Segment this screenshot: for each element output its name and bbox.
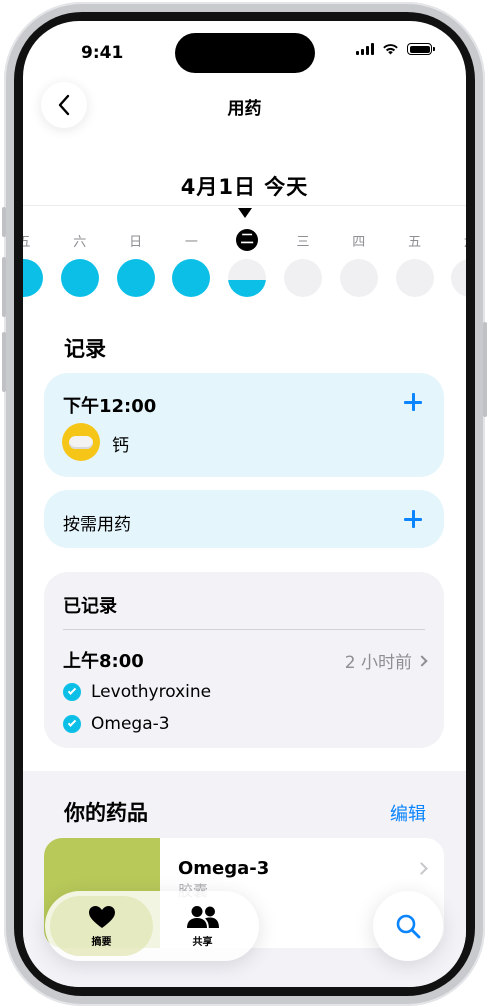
weekday-label[interactable]: 六	[60, 231, 100, 250]
logged-item-name: Omega-3	[91, 714, 170, 734]
edit-button[interactable]: 编辑	[390, 800, 426, 826]
medication-name: 钙	[112, 436, 129, 456]
adherence-circle[interactable]	[451, 259, 466, 297]
logged-item-name: Levothyroxine	[91, 682, 212, 702]
status-icons	[356, 43, 435, 55]
side-button	[483, 322, 487, 417]
search-icon	[396, 914, 421, 939]
action-button	[2, 207, 6, 237]
weekday-label[interactable]: 三	[283, 231, 323, 250]
logged-item: Levothyroxine	[63, 682, 211, 702]
search-button[interactable]	[373, 891, 443, 961]
as-needed-label: 按需用药	[63, 515, 131, 535]
scheduled-dose-card[interactable]: 下午12:00 钙	[44, 373, 444, 477]
chevron-right-icon	[415, 862, 428, 875]
weekday-label[interactable]: 五	[395, 231, 435, 250]
today-indicator-icon	[238, 208, 252, 218]
page-title: 用药	[227, 99, 262, 119]
weekday-label[interactable]: 五	[23, 231, 44, 250]
pill-icon	[62, 423, 100, 461]
tab-sharing[interactable]: 共享	[151, 896, 254, 956]
weekday-label[interactable]: 日	[116, 231, 156, 250]
adherence-circle[interactable]	[339, 259, 378, 297]
battery-icon	[407, 43, 435, 55]
chevron-right-icon	[416, 654, 428, 667]
medication-card-name: Omega-3	[178, 858, 270, 879]
checkmark-icon	[63, 715, 81, 733]
adherence-circle[interactable]	[116, 259, 155, 297]
logged-item: Omega-3	[63, 714, 170, 734]
date-title: 4月1日 今天	[180, 175, 309, 199]
logged-ago-link[interactable]: 2 小时前	[344, 648, 428, 673]
heart-icon	[88, 905, 115, 928]
logged-time: 上午8:00	[63, 651, 144, 672]
tab-bar: 摘要 共享	[45, 891, 259, 961]
weekday-label[interactable]: 六	[450, 231, 466, 250]
scheduled-time: 下午12:00	[63, 396, 157, 417]
weekday-labels: 五六日一二三四五六	[23, 229, 466, 251]
adherence-circle[interactable]	[228, 259, 267, 297]
tab-summary[interactable]: 摘要	[50, 896, 153, 956]
divider	[63, 629, 425, 630]
log-section-title: 记录	[64, 337, 106, 361]
your-meds-title: 你的药品	[64, 801, 148, 825]
people-icon	[186, 905, 219, 928]
checkmark-icon	[63, 683, 81, 701]
adherence-circle[interactable]	[284, 259, 322, 297]
as-needed-card[interactable]: 按需用药	[44, 490, 444, 548]
tab-summary-label: 摘要	[91, 936, 112, 948]
adherence-circles	[23, 259, 466, 297]
weekday-label[interactable]: 四	[339, 231, 379, 250]
logged-card: 已记录 上午8:00 2 小时前 Levothyroxine Omega-3	[44, 572, 444, 748]
tab-sharing-label: 共享	[192, 936, 213, 948]
wifi-icon	[383, 44, 398, 55]
divider	[23, 205, 466, 206]
screen: 9:41 用药 4月1日 今天 五六日一二三四五六 记录 下午12:00 钙 按…	[23, 21, 466, 987]
adherence-circle[interactable]	[60, 259, 99, 297]
add-dose-icon[interactable]	[404, 393, 422, 411]
adherence-circle[interactable]	[395, 259, 434, 297]
logged-title: 已记录	[63, 596, 117, 617]
weekday-label-today[interactable]: 二	[236, 229, 259, 251]
add-as-needed-icon[interactable]	[404, 510, 422, 528]
status-time: 9:41	[81, 43, 124, 63]
volume-down-button	[2, 332, 6, 392]
dynamic-island	[175, 33, 315, 73]
adherence-circle[interactable]	[23, 259, 43, 297]
cellular-signal-icon	[356, 43, 374, 55]
adherence-circle[interactable]	[172, 259, 211, 297]
volume-up-button	[2, 257, 6, 317]
weekday-label[interactable]: 一	[171, 231, 211, 250]
logged-ago-text: 2 小时前	[344, 653, 412, 673]
